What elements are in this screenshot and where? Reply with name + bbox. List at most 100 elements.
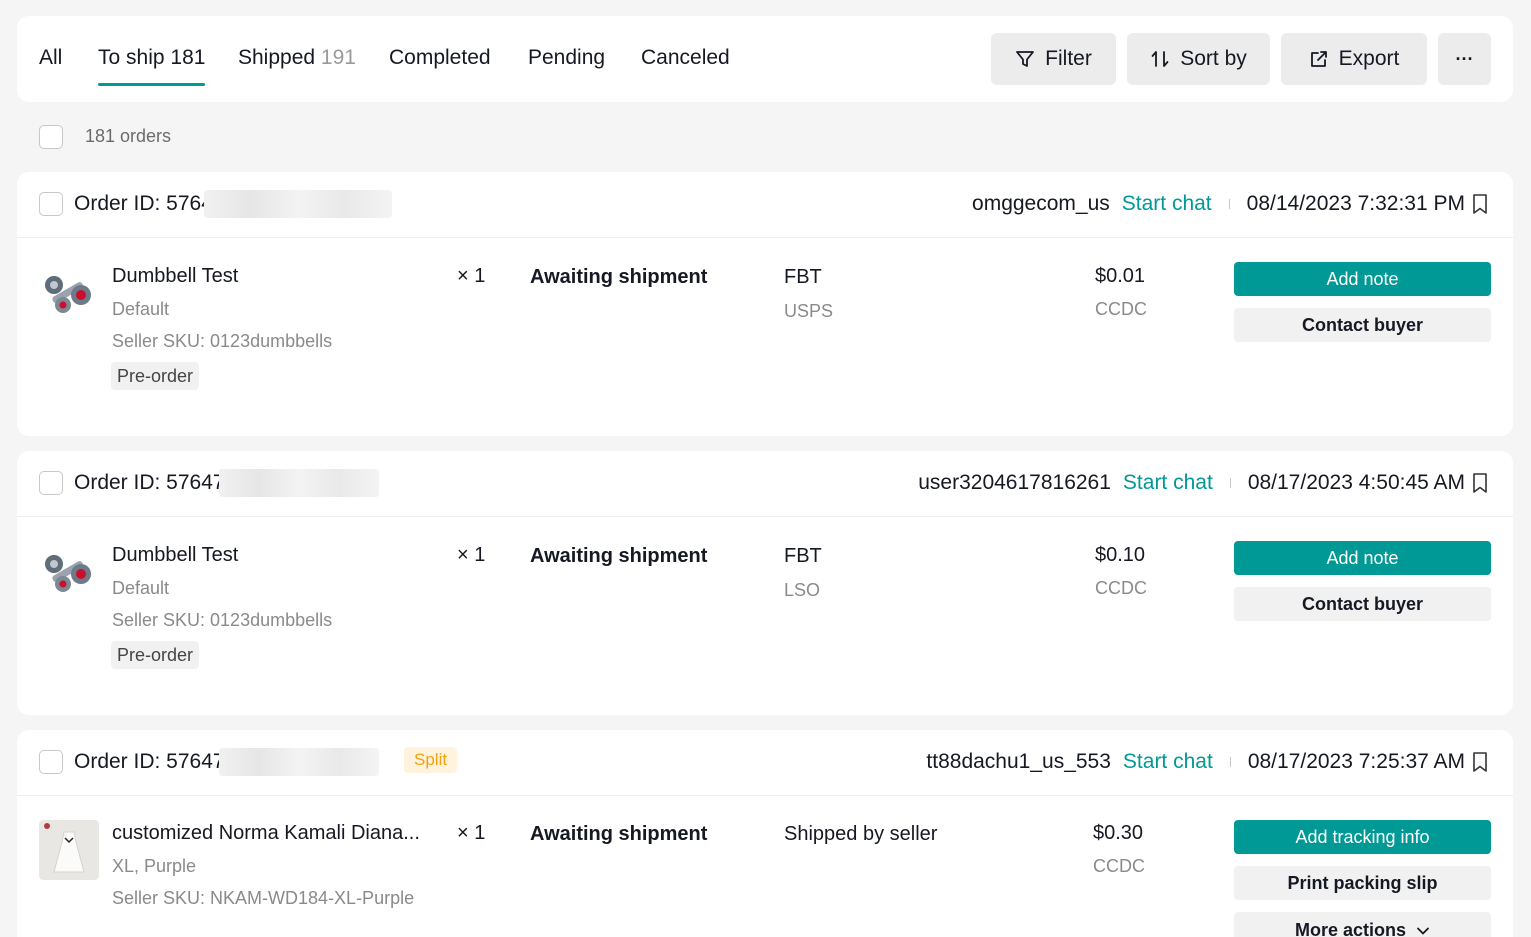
buyer-username: tt88dachu1_us_553 [926, 750, 1111, 773]
order-id: Order ID: 57647 [74, 471, 225, 494]
order-tabs-toolbar: All To ship 181 Shipped 191 Completed Pe… [17, 16, 1513, 102]
tab-pending-label: Pending [528, 46, 606, 69]
order-price: $0.01 [1095, 265, 1146, 287]
carrier: LSO [784, 580, 821, 600]
order-status: Awaiting shipment [530, 266, 708, 288]
order-checkbox[interactable] [39, 471, 63, 495]
seller-sku: Seller SKU: NKAM-WD184-XL-Purple [112, 888, 415, 908]
order-meta: omggecom_us Start chat 08/14/2023 7:32:3… [972, 192, 1489, 216]
order-id: Order ID: 5764 [74, 192, 213, 215]
tab-to-ship[interactable]: To ship 181 [98, 46, 206, 86]
export-icon [1310, 51, 1327, 67]
tab-pending[interactable]: Pending [528, 46, 605, 70]
product-variant: Default [112, 578, 170, 598]
tab-all-label: All [39, 46, 63, 69]
split-badge: Split [404, 747, 458, 773]
order-card-header: Order ID: 57647 Split tt88dachu1_us_553 … [17, 730, 1513, 796]
dumbbell-image [45, 276, 91, 313]
dress-image [39, 820, 99, 880]
order-status: Awaiting shipment [530, 823, 708, 845]
product-variant: Default [112, 299, 170, 319]
order-meta: user3204617816261 Start chat 08/17/2023 … [918, 471, 1489, 495]
tab-to-ship-label: To ship [98, 46, 165, 69]
payment-method: CCDC [1093, 856, 1145, 876]
product-name[interactable]: customized Norma Kamali Diana... [112, 822, 420, 845]
filter-button[interactable]: Filter [991, 33, 1116, 85]
product-variant: XL, Purple [112, 856, 197, 876]
payment-method: CCDC [1095, 299, 1147, 319]
tab-shipped-count: 191 [320, 46, 356, 69]
quantity: × 1 [457, 544, 486, 566]
sort-icon [1151, 51, 1169, 67]
redacted-order-id [219, 469, 379, 497]
add-tracking-info-button[interactable]: Add tracking info [1234, 820, 1491, 854]
order-card: Order ID: 5764 omggecom_us Start chat 08… [17, 172, 1513, 436]
order-price: $0.10 [1095, 544, 1146, 566]
sort-button[interactable]: Sort by [1127, 33, 1270, 85]
order-price: $0.30 [1093, 822, 1144, 844]
order-card-header: Order ID: 57647 user3204617816261 Start … [17, 451, 1513, 517]
pre-order-tag: Pre-order [111, 641, 200, 669]
order-card: Order ID: 57647 user3204617816261 Start … [17, 451, 1513, 715]
more-actions-label: More actions [1294, 920, 1407, 937]
quantity: × 1 [457, 265, 486, 287]
print-packing-slip-button[interactable]: Print packing slip [1234, 866, 1491, 900]
dumbbell-image [45, 555, 91, 592]
tab-completed-label: Completed [389, 46, 491, 69]
order-card-header: Order ID: 5764 omggecom_us Start chat 08… [17, 172, 1513, 238]
select-all-row: 181 orders [39, 124, 171, 149]
select-all-checkbox[interactable] [39, 124, 63, 149]
order-datetime: 08/17/2023 7:25:37 AM [1247, 750, 1465, 773]
tab-canceled-label: Canceled [641, 46, 730, 69]
order-id: Order ID: 57647 [74, 750, 225, 773]
redacted-order-id [204, 190, 392, 218]
divider [1229, 478, 1231, 488]
export-button[interactable]: Export [1281, 33, 1427, 85]
tab-shipped-label: Shipped [238, 46, 316, 69]
export-label: Export [1338, 47, 1400, 70]
more-options-button[interactable]: ··· [1438, 33, 1491, 85]
payment-method: CCDC [1095, 578, 1147, 598]
orders-count: 181 orders [85, 126, 172, 146]
shipping-method: FBT [784, 545, 822, 567]
order-checkbox[interactable] [39, 192, 63, 216]
add-note-button[interactable]: Add note [1234, 541, 1491, 575]
filter-icon [1016, 51, 1035, 67]
start-chat-link[interactable]: Start chat [1123, 750, 1213, 774]
order-checkbox[interactable] [39, 750, 63, 774]
seller-sku: Seller SKU: 0123dumbbells [112, 610, 333, 630]
tab-canceled[interactable]: Canceled [641, 46, 730, 70]
contact-buyer-button[interactable]: Contact buyer [1234, 308, 1491, 342]
bookmark-icon[interactable] [1471, 193, 1489, 215]
divider [1228, 199, 1230, 209]
filter-label: Filter [1045, 47, 1092, 70]
tab-shipped[interactable]: Shipped 191 [238, 46, 356, 70]
add-note-button[interactable]: Add note [1234, 262, 1491, 296]
order-card: Order ID: 57647 Split tt88dachu1_us_553 … [17, 730, 1513, 937]
chevron-down-icon [1417, 927, 1429, 935]
bookmark-icon[interactable] [1471, 751, 1489, 773]
more-icon: ··· [1455, 48, 1474, 69]
order-datetime: 08/17/2023 4:50:45 AM [1247, 471, 1465, 494]
redacted-order-id [219, 748, 379, 776]
divider [1229, 757, 1231, 767]
order-status: Awaiting shipment [530, 545, 708, 567]
order-meta: tt88dachu1_us_553 Start chat 08/17/2023 … [926, 750, 1489, 774]
shipping-method: Shipped by seller [784, 823, 938, 845]
start-chat-link[interactable]: Start chat [1123, 471, 1213, 495]
product-name[interactable]: Dumbbell Test [112, 544, 238, 567]
more-actions-button[interactable]: More actions [1234, 912, 1491, 937]
seller-sku: Seller SKU: 0123dumbbells [112, 331, 333, 351]
quantity: × 1 [457, 822, 486, 844]
pre-order-tag: Pre-order [111, 362, 200, 390]
buyer-username: user3204617816261 [918, 471, 1111, 494]
tab-to-ship-count: 181 [170, 46, 206, 69]
order-datetime: 08/14/2023 7:32:31 PM [1246, 192, 1465, 215]
start-chat-link[interactable]: Start chat [1122, 192, 1212, 216]
contact-buyer-button[interactable]: Contact buyer [1234, 587, 1491, 621]
shipping-method: FBT [784, 266, 822, 288]
tab-completed[interactable]: Completed [389, 46, 491, 70]
tab-all[interactable]: All [39, 46, 62, 70]
bookmark-icon[interactable] [1471, 472, 1489, 494]
product-name[interactable]: Dumbbell Test [112, 265, 238, 288]
